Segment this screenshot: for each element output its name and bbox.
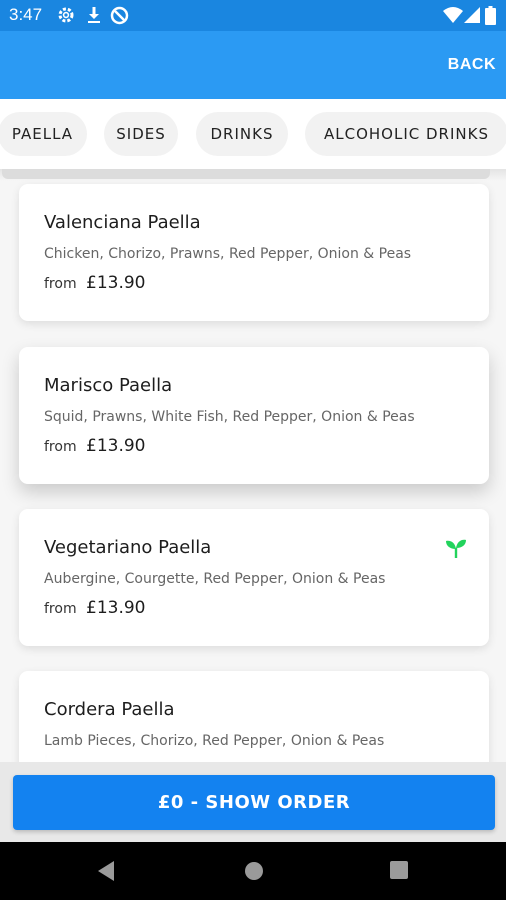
menu-item-card[interactable]: Valenciana Paella Chicken, Chorizo, Praw… bbox=[19, 184, 489, 321]
tab-alcoholic-drinks[interactable]: ALCOHOLIC DRINKS bbox=[305, 112, 506, 156]
item-description: Aubergine, Courgette, Red Pepper, Onion … bbox=[44, 571, 386, 587]
category-tabs: PAELLA SIDES DRINKS ALCOHOLIC DRINKS bbox=[0, 99, 506, 169]
item-description: Lamb Pieces, Chorizo, Red Pepper, Onion … bbox=[44, 733, 385, 749]
data-saver-icon bbox=[110, 6, 129, 29]
tab-paella[interactable]: PAELLA bbox=[0, 112, 87, 156]
signal-icon bbox=[464, 6, 480, 28]
item-name: Marisco Paella bbox=[44, 375, 173, 396]
item-description: Squid, Prawns, White Fish, Red Pepper, O… bbox=[44, 409, 415, 425]
item-name: Cordera Paella bbox=[44, 699, 175, 720]
recents-square-icon[interactable] bbox=[389, 860, 409, 884]
app-bar: BACK bbox=[0, 31, 506, 99]
tab-drinks[interactable]: DRINKS bbox=[196, 112, 288, 156]
gear-icon bbox=[57, 6, 75, 28]
download-icon bbox=[86, 6, 102, 28]
item-price: £13.90 bbox=[86, 598, 146, 618]
vegetarian-sprout-icon bbox=[445, 537, 467, 559]
item-name: Vegetariano Paella bbox=[44, 537, 212, 558]
item-price: £13.90 bbox=[86, 273, 146, 293]
item-price: £13.90 bbox=[86, 436, 146, 456]
item-from-label: from bbox=[44, 601, 77, 617]
wifi-icon bbox=[443, 6, 463, 28]
show-order-button[interactable]: £0 - SHOW ORDER bbox=[13, 775, 495, 830]
status-bar: 3:47 bbox=[0, 0, 506, 31]
menu-item-card[interactable]: Vegetariano Paella Aubergine, Courgette,… bbox=[19, 509, 489, 646]
system-nav-bar bbox=[0, 842, 506, 900]
item-name: Valenciana Paella bbox=[44, 212, 201, 233]
menu-item-card[interactable]: Marisco Paella Squid, Prawns, White Fish… bbox=[19, 347, 489, 484]
status-time: 3:47 bbox=[9, 5, 43, 24]
tab-sides[interactable]: SIDES bbox=[104, 112, 178, 156]
back-button[interactable]: BACK bbox=[448, 51, 496, 79]
item-from-label: from bbox=[44, 439, 77, 455]
order-bar: £0 - SHOW ORDER bbox=[0, 762, 506, 842]
back-triangle-icon[interactable] bbox=[96, 860, 116, 886]
item-from-label: from bbox=[44, 276, 77, 292]
battery-icon bbox=[485, 6, 496, 29]
item-description: Chicken, Chorizo, Prawns, Red Pepper, On… bbox=[44, 246, 412, 262]
horizontal-scroll-indicator bbox=[2, 169, 490, 179]
home-circle-icon[interactable] bbox=[243, 860, 265, 886]
